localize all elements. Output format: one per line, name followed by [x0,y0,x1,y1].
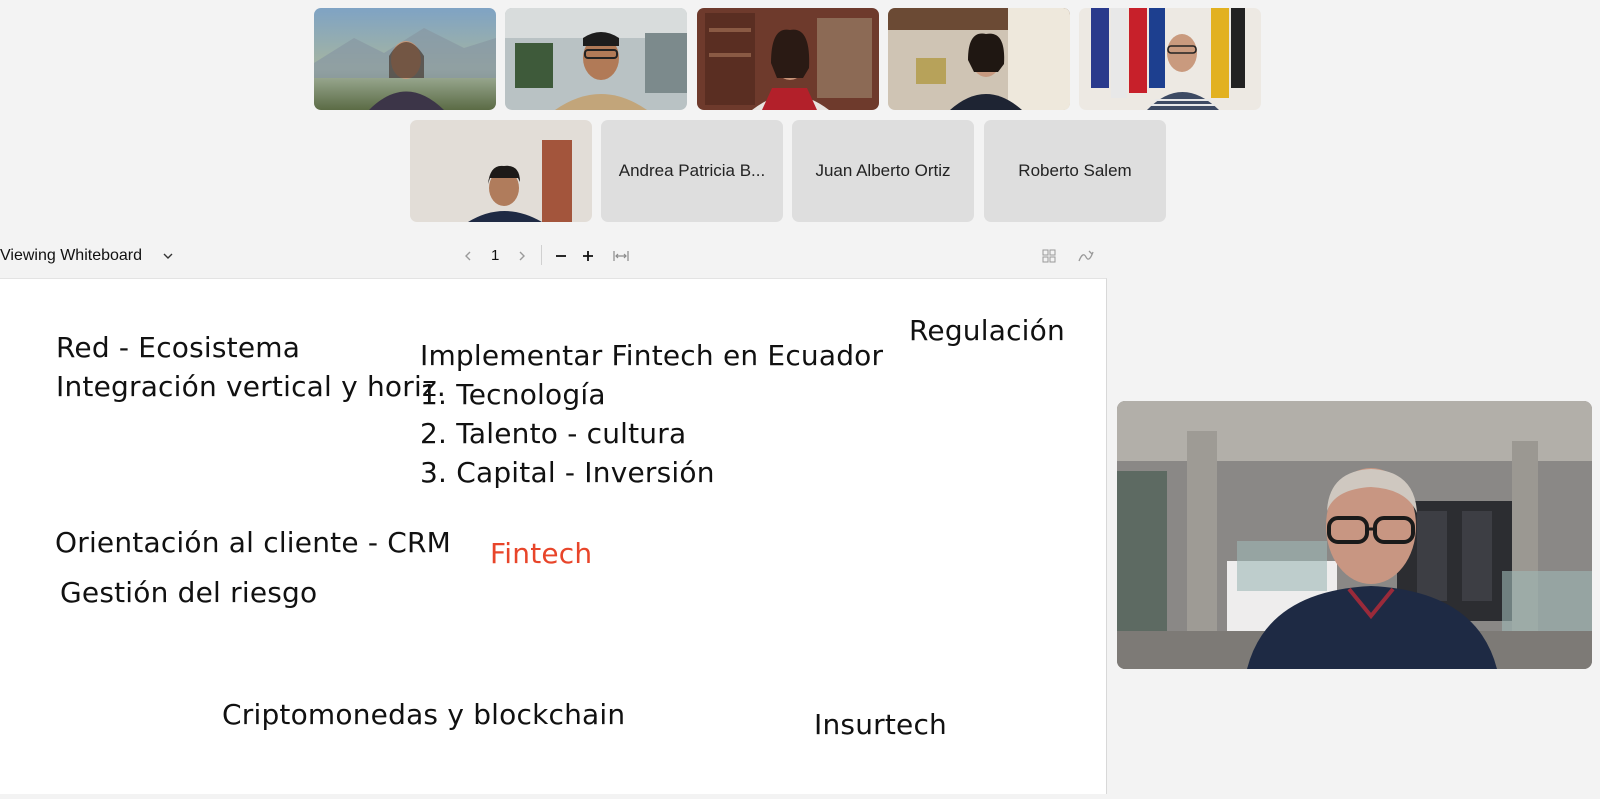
wb-text-integration: Integración vertical y horiz. [56,370,446,403]
participant-video-tile[interactable] [314,8,496,110]
whiteboard-canvas[interactable]: Red - Ecosistema Integración vertical y … [0,278,1107,794]
participant-name: Roberto Salem [1018,161,1132,180]
zoom-out-icon[interactable] [553,248,569,264]
page-number: 1 [491,247,500,264]
participant-video [1079,8,1261,110]
participant-video-tile[interactable] [1079,8,1261,110]
wb-text-insurtech: Insurtech [814,708,947,741]
wb-text-customer: Orientación al cliente - CRM [55,526,452,559]
participant-video [410,120,592,222]
prev-page-icon[interactable] [460,248,476,264]
chevron-down-icon[interactable] [160,248,176,264]
grid-view-icon[interactable] [1040,248,1058,264]
wb-text-heading: Implementar Fintech en Ecuador [420,339,884,372]
participant-video-tile[interactable] [505,8,687,110]
participant-name-tile[interactable]: Juan Alberto Ortiz [792,120,974,222]
participant-video [697,8,879,110]
wb-text-fintech: Fintech [490,537,593,570]
participant-video-tile[interactable] [410,120,592,222]
wb-text-regulation: Regulación [909,314,1065,347]
wb-text-crypto: Criptomonedas y blockchain [222,698,626,731]
participant-name-tile[interactable]: Roberto Salem [984,120,1166,222]
annotate-icon[interactable] [1077,248,1095,264]
next-page-icon[interactable] [514,248,530,264]
participant-video [505,8,687,110]
toolbar-divider [541,245,542,265]
wb-text-risk: Gestión del riesgo [60,576,318,609]
wb-list-item: 3. Capital - Inversión [420,456,715,489]
speaker-video [1117,401,1592,669]
viewing-whiteboard-label[interactable]: Viewing Whiteboard [0,247,142,265]
participant-name: Juan Alberto Ortiz [815,161,951,180]
participant-video-tile[interactable] [697,8,879,110]
participant-video [888,8,1070,110]
fit-width-icon[interactable] [612,248,630,264]
participant-name-tile[interactable]: Andrea Patricia B... [601,120,783,222]
participant-video [314,8,496,110]
participant-name: Andrea Patricia B... [618,161,766,180]
participant-video-tile[interactable] [888,8,1070,110]
active-speaker-video[interactable] [1117,401,1592,669]
wb-text-ecosystem: Red - Ecosistema [56,331,301,364]
wb-list-item: 2. Talento - cultura [420,417,687,450]
zoom-in-icon[interactable] [580,248,596,264]
wb-list-item: 1. Tecnología [420,378,606,411]
